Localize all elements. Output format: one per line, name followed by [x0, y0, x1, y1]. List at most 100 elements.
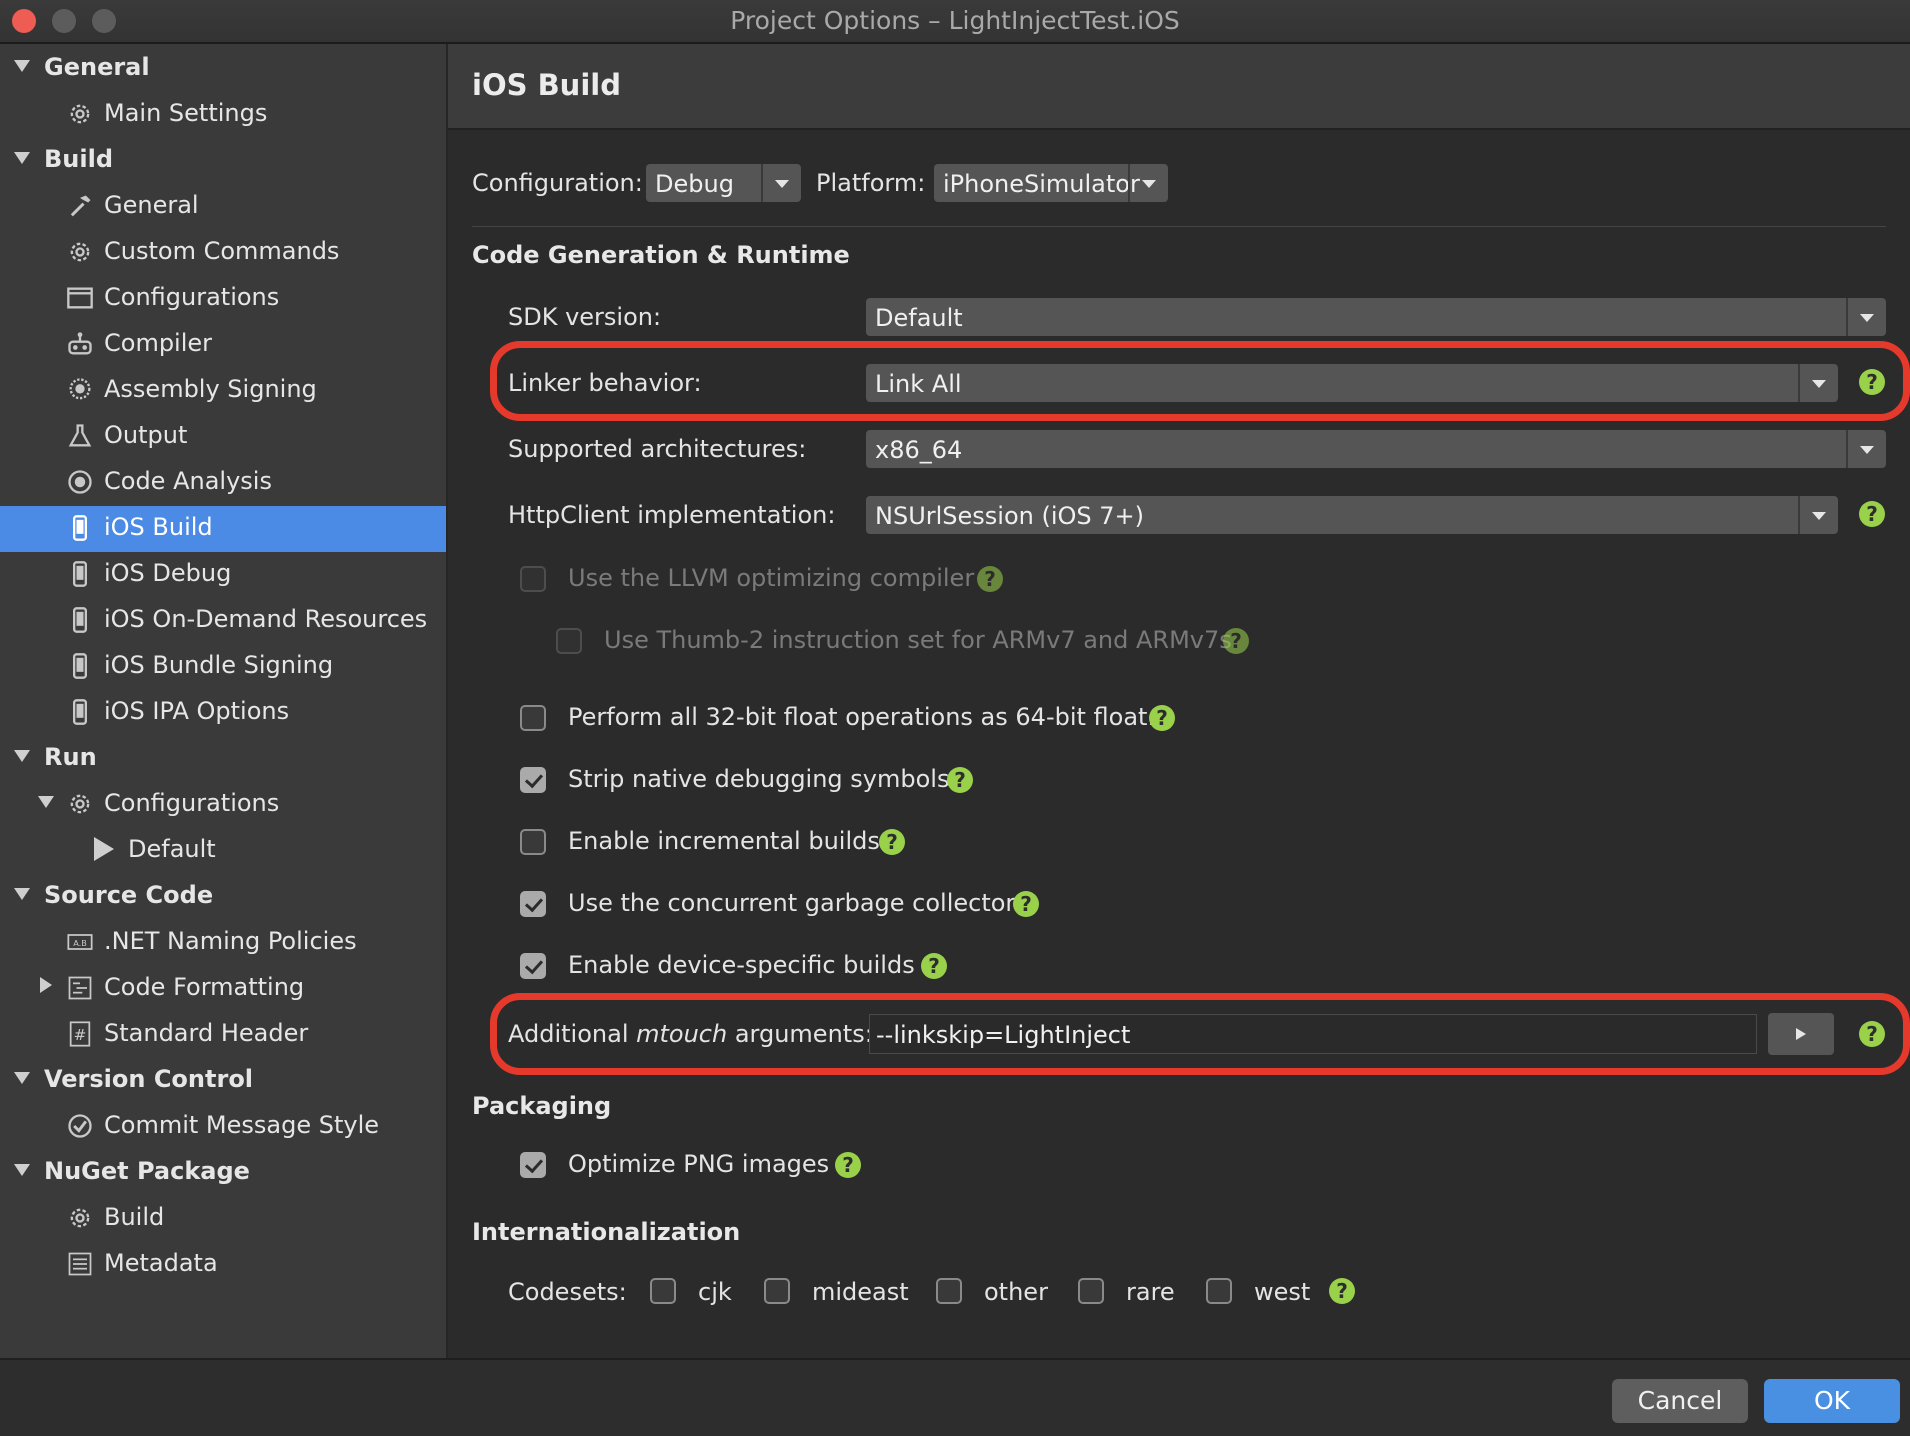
sidebar-item-code-formatting[interactable]: Code Formatting: [0, 966, 446, 1012]
sidebar-item-configurations[interactable]: Configurations: [0, 276, 446, 322]
phone-icon: [66, 698, 94, 726]
help-icon[interactable]: ?: [977, 566, 1003, 592]
sidebar-item-commit-message-style[interactable]: Commit Message Style: [0, 1104, 446, 1150]
help-icon[interactable]: ?: [1223, 628, 1249, 654]
incremental-builds-checkbox[interactable]: [520, 829, 546, 855]
help-icon[interactable]: ?: [1859, 369, 1885, 395]
float32-checkbox[interactable]: [520, 705, 546, 731]
tree-category-nuget-package[interactable]: NuGet Package: [0, 1150, 446, 1196]
platform-select[interactable]: iPhoneSimulator: [934, 164, 1168, 202]
help-icon[interactable]: ?: [1013, 891, 1039, 917]
sidebar-item-output[interactable]: Output: [0, 414, 446, 460]
configuration-select[interactable]: Debug: [646, 164, 801, 202]
sidebar-item-ios-on-demand-resources[interactable]: iOS On-Demand Resources: [0, 598, 446, 644]
codeset-other-label: other: [984, 1278, 1048, 1306]
codeset-cjk-checkbox[interactable]: [650, 1278, 676, 1304]
supported-architectures-select[interactable]: x86_64: [866, 430, 1886, 468]
insert-argument-button[interactable]: [1768, 1013, 1834, 1055]
help-icon[interactable]: ?: [947, 767, 973, 793]
optimize-png-checkbox[interactable]: [520, 1152, 546, 1178]
device-specific-checkbox[interactable]: [520, 953, 546, 979]
strip-symbols-label: Strip native debugging symbols: [568, 765, 950, 793]
sdk-version-select[interactable]: Default: [866, 298, 1886, 336]
httpclient-select[interactable]: NSUrlSession (iOS 7+): [866, 496, 1838, 534]
sidebar-item-ios-debug[interactable]: iOS Debug: [0, 552, 446, 598]
sidebar-item-ios-ipa-options[interactable]: iOS IPA Options: [0, 690, 446, 736]
target-icon: [66, 468, 94, 496]
disclosure-expanded-icon[interactable]: [14, 1164, 30, 1176]
strip-symbols-checkbox[interactable]: [520, 767, 546, 793]
tree-category-version-control[interactable]: Version Control: [0, 1058, 446, 1104]
sidebar-item-naming-policies[interactable]: A.B .NET Naming Policies: [0, 920, 446, 966]
help-icon[interactable]: ?: [1859, 501, 1885, 527]
tree-category-label: Run: [44, 743, 97, 771]
thumb2-checkbox[interactable]: [556, 628, 582, 654]
phone-icon: [66, 652, 94, 680]
disclosure-expanded-icon[interactable]: [14, 60, 30, 72]
sidebar-item-compiler[interactable]: Compiler: [0, 322, 446, 368]
tree-category-label: NuGet Package: [44, 1157, 250, 1185]
linker-behavior-value: Link All: [875, 370, 962, 398]
mtouch-arguments-input[interactable]: --linkskip=LightInject: [869, 1014, 1757, 1054]
sidebar-item-label: iOS On-Demand Resources: [104, 605, 428, 633]
supported-architectures-value: x86_64: [875, 436, 963, 464]
window-icon: [66, 284, 94, 312]
tree-category-source-code[interactable]: Source Code: [0, 874, 446, 920]
gear-icon: [66, 790, 94, 818]
gear-icon: [66, 100, 94, 128]
ok-button[interactable]: OK: [1764, 1379, 1900, 1423]
disclosure-collapsed-icon[interactable]: [40, 977, 52, 993]
section-code-generation: Code Generation & Runtime: [472, 241, 850, 269]
sidebar-item-run-default[interactable]: Default: [0, 828, 446, 874]
device-specific-label: Enable device-specific builds: [568, 951, 915, 979]
sidebar-item-build-general[interactable]: General: [0, 184, 446, 230]
phone-icon: [66, 560, 94, 588]
sidebar-item-nuget-build[interactable]: Build: [0, 1196, 446, 1242]
tree-category-label: Build: [44, 145, 114, 173]
sidebar-item-nuget-metadata[interactable]: Metadata: [0, 1242, 446, 1288]
flask-icon: [66, 422, 94, 450]
sidebar-item-label: Default: [128, 835, 216, 863]
help-icon[interactable]: ?: [1859, 1021, 1885, 1047]
tree-category-run[interactable]: Run: [0, 736, 446, 782]
codeset-other-checkbox[interactable]: [936, 1278, 962, 1304]
sidebar-item-label: Code Analysis: [104, 467, 272, 495]
sidebar-item-ios-build[interactable]: iOS Build: [0, 506, 446, 552]
help-icon[interactable]: ?: [835, 1152, 861, 1178]
codeset-rare-checkbox[interactable]: [1078, 1278, 1104, 1304]
seal-icon: [66, 376, 94, 404]
cancel-button[interactable]: Cancel: [1612, 1379, 1748, 1423]
tree-category-general[interactable]: General: [0, 46, 446, 92]
svg-text:#: #: [74, 1026, 87, 1044]
sidebar-item-run-configurations[interactable]: Configurations: [0, 782, 446, 828]
codeset-west-checkbox[interactable]: [1206, 1278, 1232, 1304]
panel-header: iOS Build: [448, 44, 1910, 130]
sidebar-item-label: iOS Build: [104, 513, 213, 541]
sidebar-item-standard-header[interactable]: # Standard Header: [0, 1012, 446, 1058]
codeset-mideast-checkbox[interactable]: [764, 1278, 790, 1304]
concurrent-gc-checkbox[interactable]: [520, 891, 546, 917]
disclosure-expanded-icon[interactable]: [14, 888, 30, 900]
disclosure-expanded-icon[interactable]: [14, 1072, 30, 1084]
naming-icon: A.B: [66, 928, 94, 956]
help-icon[interactable]: ?: [921, 953, 947, 979]
help-icon[interactable]: ?: [1329, 1278, 1355, 1304]
supported-architectures-label: Supported architectures:: [508, 435, 807, 463]
disclosure-expanded-icon[interactable]: [14, 152, 30, 164]
disclosure-expanded-icon[interactable]: [14, 750, 30, 762]
help-icon[interactable]: ?: [1149, 705, 1175, 731]
linker-behavior-select[interactable]: Link All: [866, 364, 1838, 402]
mtouch-arguments-value: --linkskip=LightInject: [876, 1021, 1131, 1049]
sidebar-item-assembly-signing[interactable]: Assembly Signing: [0, 368, 446, 414]
sidebar-item-custom-commands[interactable]: Custom Commands: [0, 230, 446, 276]
gear-icon: [66, 1204, 94, 1232]
disclosure-expanded-icon[interactable]: [38, 796, 54, 808]
svg-text:A.B: A.B: [73, 938, 87, 948]
tree-category-build[interactable]: Build: [0, 138, 446, 184]
llvm-checkbox[interactable]: [520, 566, 546, 592]
help-icon[interactable]: ?: [879, 829, 905, 855]
title-bar: Project Options – LightInjectTest.iOS: [0, 0, 1910, 44]
sidebar-item-main-settings[interactable]: Main Settings: [0, 92, 446, 138]
sidebar-item-code-analysis[interactable]: Code Analysis: [0, 460, 446, 506]
sidebar-item-ios-bundle-signing[interactable]: iOS Bundle Signing: [0, 644, 446, 690]
